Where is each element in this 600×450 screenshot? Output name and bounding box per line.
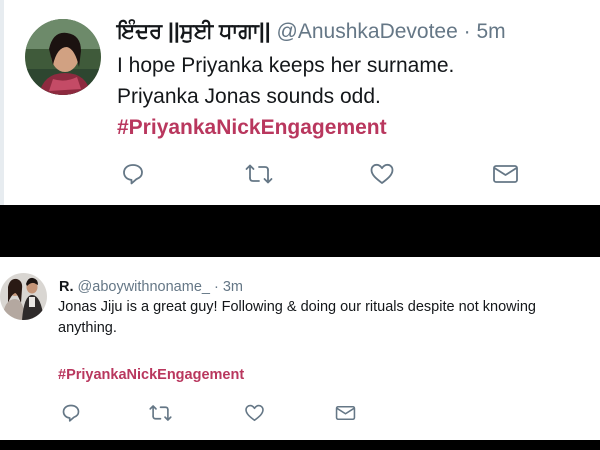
direct-message-button[interactable]: [492, 162, 519, 186]
retweet-icon: [245, 164, 273, 184]
hashtag-link[interactable]: #PriyankaNickEngagement: [117, 112, 387, 143]
retweet-icon: [149, 405, 172, 421]
reply-button[interactable]: [61, 403, 81, 423]
tweet-header: ਇੰਦਰ ||ਸੁਈ ਧਾਗਾ|| @AnushkaDevotee · 5m: [117, 17, 506, 47]
like-button[interactable]: [244, 403, 265, 423]
envelope-icon: [493, 165, 518, 183]
tweet-line: Priyanka Jonas sounds odd.: [117, 85, 381, 108]
retweet-button[interactable]: [245, 162, 273, 186]
avatar[interactable]: [25, 19, 101, 95]
tweet-text: Jonas Jiju is a great guy! Following & d…: [58, 297, 598, 383]
tweet-card-2[interactable]: R. @aboywithnoname_ · 3m Jonas Jiju is a…: [0, 257, 600, 440]
heart-icon: [370, 163, 394, 184]
tweet-line: I hope Priyanka keeps her surname.: [117, 54, 455, 77]
tweet-card-1[interactable]: ਇੰਦਰ ||ਸੁਈ ਧਾਗਾ|| @AnushkaDevotee · 5m I…: [0, 0, 600, 205]
timestamp[interactable]: · 3m: [214, 279, 243, 295]
tweet-header: R. @aboywithnoname_ · 3m: [59, 277, 243, 297]
display-name[interactable]: ਇੰਦਰ ||ਸੁਈ ਧਾਗਾ||: [117, 20, 271, 43]
tweet-line: Jonas Jiju is a great guy! Following & d…: [58, 299, 536, 315]
timestamp[interactable]: · 5m: [464, 20, 506, 43]
tweet-text: I hope Priyanka keeps her surname. Priya…: [117, 50, 587, 143]
handle[interactable]: @aboywithnoname_: [78, 279, 210, 295]
hashtag-link[interactable]: #PriyankaNickEngagement: [58, 365, 244, 386]
reply-icon: [123, 164, 143, 185]
like-button[interactable]: [369, 162, 395, 186]
reply-button[interactable]: [121, 162, 145, 186]
display-name[interactable]: R.: [59, 279, 74, 295]
handle[interactable]: @AnushkaDevotee: [277, 20, 458, 43]
avatar[interactable]: [0, 273, 47, 320]
envelope-icon: [335, 406, 356, 420]
heart-icon: [245, 404, 264, 422]
reply-icon: [62, 404, 80, 422]
retweet-button[interactable]: [149, 403, 172, 423]
tweet-line: anything.: [58, 320, 117, 336]
direct-message-button[interactable]: [335, 403, 356, 423]
